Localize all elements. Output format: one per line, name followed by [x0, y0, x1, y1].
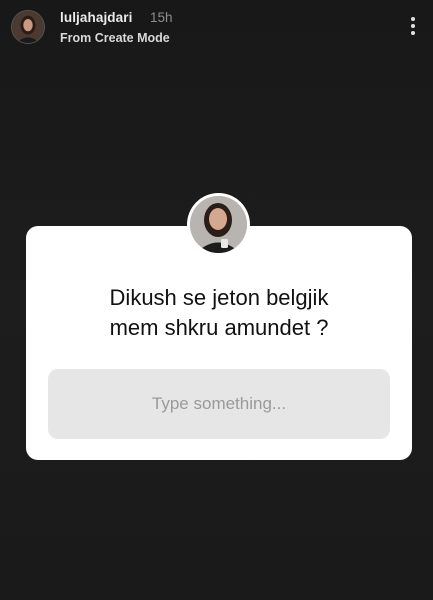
post-time: 15h [150, 10, 173, 25]
story-viewer: luljahajdari 15h From Create Mode Dikush… [0, 0, 433, 600]
question-text: Dikush se jeton belgjik mem shkru amunde… [46, 283, 392, 343]
question-sticker-avatar [187, 193, 250, 256]
username[interactable]: luljahajdari [60, 10, 132, 25]
more-options-button[interactable] [401, 14, 425, 38]
profile-photo-icon [190, 196, 247, 253]
answer-input[interactable]: Type something... [48, 369, 390, 439]
vertical-ellipsis-icon [411, 17, 415, 35]
story-header: luljahajdari 15h From Create Mode [0, 0, 433, 60]
question-line: mem shkru amundet ? [109, 315, 329, 340]
profile-photo-icon [12, 11, 44, 43]
question-line: Dikush se jeton belgjik [109, 285, 329, 310]
question-sticker: Dikush se jeton belgjik mem shkru amunde… [26, 226, 412, 460]
story-subtitle[interactable]: From Create Mode [60, 31, 170, 45]
answer-placeholder: Type something... [151, 394, 287, 413]
user-avatar[interactable] [11, 10, 45, 44]
